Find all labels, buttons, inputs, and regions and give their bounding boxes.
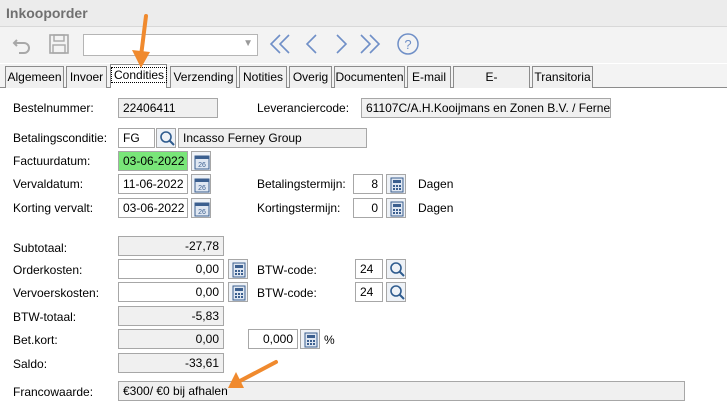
tab-algemeen[interactable]: Algemeen: [5, 66, 64, 88]
question-circle-icon[interactable]: ?: [396, 32, 420, 56]
tab-transitoria[interactable]: Transitoria: [532, 66, 593, 88]
factuurdatum-label: Factuurdatum:: [13, 154, 91, 168]
tab-email[interactable]: E-mail: [407, 66, 451, 88]
saldo-label: Saldo:: [13, 357, 48, 371]
tab-invoer[interactable]: Invoer: [66, 66, 107, 88]
subtotaal-label: Subtotaal:: [13, 241, 68, 255]
condities-panel: Bestelnummer: 22406411 Leveranciercode: …: [0, 88, 727, 415]
bet-kort-calc-button[interactable]: [300, 329, 320, 349]
betalingsconditie-search-button[interactable]: [156, 128, 176, 148]
search-icon: [390, 285, 405, 300]
toolbar-combo[interactable]: ▼: [83, 34, 258, 56]
betalingstermijn-field[interactable]: 8: [353, 174, 383, 194]
calculator-icon: [232, 262, 246, 278]
tab-bar: Algemeen Invoer Condities Verzending Not…: [0, 64, 727, 104]
bet-kort-pct-field[interactable]: 0,000: [248, 329, 298, 349]
francowaarde-label: Francowaarde:: [13, 385, 94, 399]
calendar-icon: 26: [194, 155, 210, 170]
btw-code-field-1[interactable]: 24: [355, 259, 383, 279]
chevron-down-icon[interactable]: ▼: [243, 38, 253, 49]
btw-code-label-2: BTW-code:: [257, 286, 317, 300]
kortingstermijn-unit: Dagen: [418, 201, 454, 215]
orderkosten-field[interactable]: 0,00: [118, 259, 224, 279]
svg-text:26: 26: [198, 209, 206, 216]
calendar-icon: 26: [194, 202, 210, 217]
btw-totaal-field: -5,83: [118, 306, 224, 326]
kortingstermijn-calc-button[interactable]: [386, 198, 406, 218]
search-icon: [390, 262, 405, 277]
factuurdatum-calendar-button[interactable]: 26: [191, 151, 211, 171]
double-chevron-left-icon[interactable]: [268, 32, 292, 56]
subtotaal-field: -27,78: [118, 236, 224, 256]
bet-kort-field: 0,00: [118, 329, 224, 349]
betalingsconditie-code-field[interactable]: FG: [118, 128, 155, 148]
bet-kort-label: Bet.kort:: [13, 333, 58, 347]
betalingstermijn-label: Betalingstermijn:: [257, 177, 346, 191]
factuurdatum-field[interactable]: 03-06-2022: [118, 151, 188, 171]
leveranciercode-field[interactable]: 61107C/A.H.Kooijmans en Zonen B.V. / Fer…: [361, 98, 611, 118]
save-icon[interactable]: [47, 32, 71, 56]
btw-code-label-1: BTW-code:: [257, 263, 317, 277]
btw-code-field-2[interactable]: 24: [355, 282, 383, 302]
korting-vervalt-calendar-button[interactable]: 26: [191, 198, 211, 218]
chevron-right-icon[interactable]: [329, 32, 353, 56]
tab-documenten[interactable]: Documenten: [334, 66, 405, 88]
francowaarde-field[interactable]: €300/ €0 bij afhalen: [118, 381, 685, 401]
calculator-icon: [390, 201, 404, 217]
svg-text:26: 26: [198, 162, 206, 169]
bestelnummer-field[interactable]: 22406411: [118, 98, 218, 118]
vervoerskosten-field[interactable]: 0,00: [118, 282, 224, 302]
vervaldatum-field[interactable]: 11-06-2022: [118, 174, 188, 194]
tab-verzending[interactable]: Verzending: [170, 66, 237, 88]
undo-icon[interactable]: [10, 32, 34, 56]
vervoerskosten-label: Vervoerskosten:: [13, 286, 100, 300]
double-chevron-right-icon[interactable]: [358, 32, 382, 56]
tab-email-bijlagen[interactable]: E-mailbijlagen: [453, 66, 530, 104]
betalingsconditie-label: Betalingsconditie:: [13, 131, 108, 145]
kortingstermijn-label: Kortingstermijn:: [257, 201, 341, 215]
betalingstermijn-unit: Dagen: [418, 177, 454, 191]
svg-text:?: ?: [404, 37, 411, 52]
calculator-icon: [304, 332, 318, 348]
annotation-arrow-icon: [132, 14, 150, 68]
btw-code-search-button-1[interactable]: [386, 259, 406, 279]
korting-vervalt-label: Korting vervalt:: [13, 201, 94, 215]
vervoerskosten-calc-button[interactable]: [228, 282, 248, 302]
bet-kort-pct-sign: %: [324, 333, 335, 347]
kortingstermijn-field[interactable]: 0: [353, 198, 383, 218]
leveranciercode-label: Leveranciercode:: [257, 101, 350, 115]
svg-text:26: 26: [198, 185, 206, 192]
btw-code-search-button-2[interactable]: [386, 282, 406, 302]
vervaldatum-calendar-button[interactable]: 26: [191, 174, 211, 194]
orderkosten-label: Orderkosten:: [13, 263, 83, 277]
tab-notities[interactable]: Notities: [239, 66, 287, 88]
chevron-left-icon[interactable]: [300, 32, 324, 56]
tab-overig[interactable]: Overig: [289, 66, 332, 88]
window-title: Inkooporder: [6, 5, 88, 21]
search-icon: [160, 131, 175, 146]
betalingstermijn-calc-button[interactable]: [386, 174, 406, 194]
betalingsconditie-desc-field: Incasso Ferney Group: [178, 128, 367, 148]
calculator-icon: [232, 285, 246, 301]
vervaldatum-label: Vervaldatum:: [13, 177, 84, 191]
title-bar: Inkooporder: [0, 0, 727, 27]
btw-totaal-label: BTW-totaal:: [13, 310, 77, 324]
calculator-icon: [390, 177, 404, 193]
annotation-arrow-icon: [228, 360, 278, 388]
orderkosten-calc-button[interactable]: [228, 259, 248, 279]
saldo-field: -33,61: [118, 353, 224, 373]
calendar-icon: 26: [194, 178, 210, 193]
korting-vervalt-field[interactable]: 03-06-2022: [118, 198, 188, 218]
bestelnummer-label: Bestelnummer:: [13, 101, 94, 115]
